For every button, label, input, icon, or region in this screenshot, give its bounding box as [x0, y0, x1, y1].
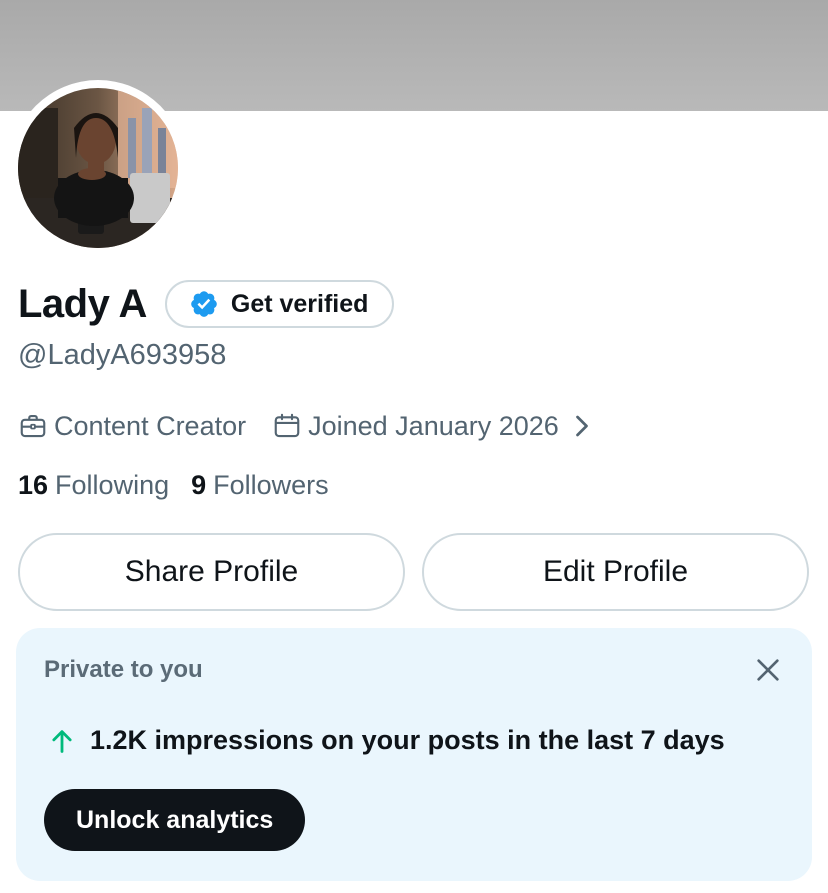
followers-link[interactable]: 9 Followers [191, 470, 329, 501]
profession-item[interactable]: Content Creator [18, 411, 246, 442]
profile-page: Lady A Get verified @LadyA693958 Content… [0, 0, 828, 893]
unlock-analytics-button[interactable]: Unlock analytics [44, 789, 306, 851]
calendar-icon [274, 413, 300, 438]
joined-item[interactable]: Joined January 2026 [272, 411, 591, 442]
followers-count: 9 [191, 469, 207, 500]
chevron-right-icon[interactable] [573, 414, 591, 438]
get-verified-label: Get verified [230, 289, 369, 318]
avatar-photo [18, 88, 178, 248]
following-label: Following [55, 469, 170, 500]
follow-stats: 16 Following 9 Followers [18, 466, 329, 504]
arrow-up-icon [52, 729, 72, 753]
following-count: 16 [18, 469, 49, 500]
verified-badge-icon [191, 291, 217, 317]
share-profile-button[interactable]: Share Profile [18, 533, 405, 611]
joined-text: Joined January 2026 [308, 410, 559, 441]
profile-handle: @LadyA693958 [18, 339, 227, 371]
profession-text: Content Creator [54, 410, 247, 441]
edit-profile-button[interactable]: Edit Profile [422, 533, 809, 611]
following-link[interactable]: 16 Following [18, 470, 169, 501]
name-row: Lady A Get verified [18, 280, 395, 328]
private-analytics-card: Private to you 1.2K impressions on your … [16, 628, 812, 881]
close-icon[interactable] [752, 654, 784, 686]
briefcase-icon [20, 414, 46, 438]
profile-meta: Content Creator Joined January 2026 [18, 406, 591, 446]
followers-label: Followers [213, 469, 329, 500]
impressions-text: 1.2K impressions on your posts in the la… [90, 725, 725, 755]
private-card-title: Private to you [44, 656, 203, 683]
impressions-row: 1.2K impressions on your posts in the la… [48, 725, 725, 756]
avatar[interactable] [18, 88, 178, 248]
display-name: Lady A [18, 282, 147, 326]
get-verified-button[interactable]: Get verified [164, 280, 395, 328]
